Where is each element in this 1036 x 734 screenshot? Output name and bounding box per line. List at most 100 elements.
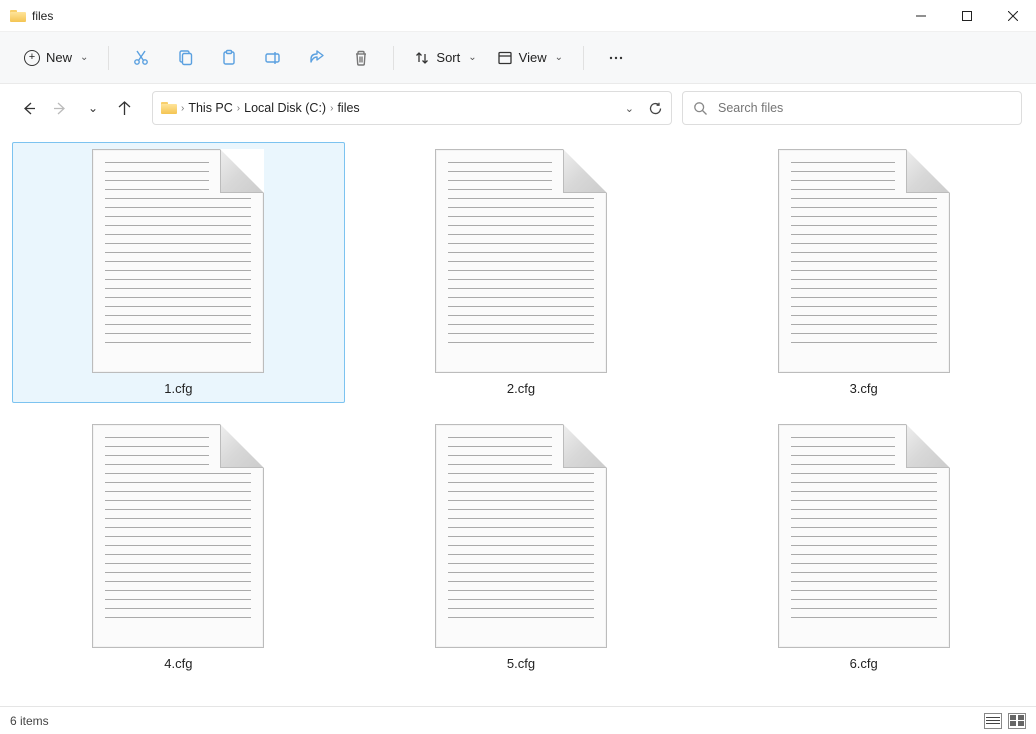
file-item[interactable]: 2.cfg [355, 142, 688, 403]
chevron-down-icon: ⌄ [80, 52, 88, 63]
breadcrumb-item[interactable]: This PC [188, 101, 232, 115]
view-label: View [519, 50, 547, 65]
refresh-button[interactable] [648, 101, 663, 116]
file-name: 2.cfg [507, 381, 535, 396]
paste-button[interactable] [209, 40, 249, 76]
status-bar: 6 items [0, 706, 1036, 734]
chevron-right-icon: › [181, 103, 184, 114]
nav-up-button[interactable] [110, 94, 138, 122]
title-bar: files [0, 0, 1036, 32]
details-view-button[interactable] [984, 713, 1002, 729]
toolbar: + New ⌄ Sort ⌄ View ⌄ [0, 32, 1036, 84]
arrow-up-icon [117, 101, 132, 116]
breadcrumb-label: Local Disk (C:) [244, 101, 326, 115]
delete-icon [352, 49, 370, 67]
chevron-down-icon: ⌄ [468, 52, 476, 63]
maximize-button[interactable] [944, 0, 990, 32]
rename-button[interactable] [253, 40, 293, 76]
window-controls [898, 0, 1036, 32]
toolbar-separator [393, 46, 394, 70]
file-name: 6.cfg [850, 656, 878, 671]
page-fold-icon [563, 149, 607, 193]
grid-icon [1010, 715, 1016, 720]
thumbnails-view-button[interactable] [1008, 713, 1026, 729]
title-left: files [0, 9, 53, 23]
file-item[interactable]: 5.cfg [355, 417, 688, 678]
copy-button[interactable] [165, 40, 205, 76]
more-icon [607, 49, 625, 67]
address-right: ⌄ [625, 101, 663, 116]
address-dropdown-button[interactable]: ⌄ [625, 102, 634, 115]
minimize-button[interactable] [898, 0, 944, 32]
folder-icon [10, 10, 26, 22]
breadcrumb-label: files [337, 101, 359, 115]
file-name: 1.cfg [164, 381, 192, 396]
view-icon [497, 50, 513, 66]
toolbar-separator [108, 46, 109, 70]
chevron-down-icon: ⌄ [555, 52, 563, 63]
page-fold-icon [220, 424, 264, 468]
maximize-icon [962, 11, 972, 21]
view-button[interactable]: View ⌄ [489, 40, 571, 76]
copy-icon [176, 49, 194, 67]
refresh-icon [648, 101, 663, 116]
file-icon [435, 149, 607, 373]
cut-button[interactable] [121, 40, 161, 76]
folder-icon [161, 102, 177, 114]
search-input[interactable] [718, 101, 1011, 115]
nav-back-button[interactable] [14, 94, 42, 122]
nav-recent-button[interactable]: ⌄ [78, 94, 106, 122]
status-text: 6 items [10, 714, 49, 728]
minimize-icon [916, 11, 926, 21]
breadcrumb-item[interactable]: Local Disk (C:) [244, 101, 326, 115]
more-button[interactable] [596, 40, 636, 76]
chevron-right-icon: › [237, 103, 240, 114]
new-button[interactable]: + New ⌄ [16, 40, 96, 76]
file-name: 3.cfg [850, 381, 878, 396]
new-label: New [46, 50, 72, 65]
address-bar[interactable]: › This PC › Local Disk (C:) › files ⌄ [152, 91, 672, 125]
page-fold-icon [220, 149, 264, 193]
view-toggles [984, 713, 1026, 729]
file-icon [778, 424, 950, 648]
file-item[interactable]: 3.cfg [697, 142, 1030, 403]
share-button[interactable] [297, 40, 337, 76]
breadcrumb-item[interactable]: files [337, 101, 359, 115]
file-icon [92, 149, 264, 373]
arrow-right-icon [53, 101, 68, 116]
close-button[interactable] [990, 0, 1036, 32]
chevron-down-icon: ⌄ [88, 101, 98, 115]
sort-button[interactable]: Sort ⌄ [406, 40, 484, 76]
cut-icon [132, 49, 150, 67]
file-name: 4.cfg [164, 656, 192, 671]
nav-forward-button[interactable] [46, 94, 74, 122]
sort-label: Sort [436, 50, 460, 65]
breadcrumb-label: This PC [188, 101, 232, 115]
file-grid-area[interactable]: 1.cfg 2.cfg 3.cfg 4.cfg 5.cfg 6.cfg [0, 132, 1036, 706]
file-icon [92, 424, 264, 648]
page-fold-icon [906, 149, 950, 193]
window-title: files [32, 9, 53, 23]
list-icon [986, 717, 1000, 718]
rename-icon [264, 49, 282, 67]
file-icon [435, 424, 607, 648]
close-icon [1008, 11, 1018, 21]
delete-button[interactable] [341, 40, 381, 76]
file-grid: 1.cfg 2.cfg 3.cfg 4.cfg 5.cfg 6.cfg [12, 142, 1030, 678]
search-icon [693, 101, 708, 116]
arrow-left-icon [21, 101, 36, 116]
share-icon [308, 49, 326, 67]
search-bar[interactable] [682, 91, 1022, 125]
file-icon [778, 149, 950, 373]
file-item[interactable]: 4.cfg [12, 417, 345, 678]
page-fold-icon [906, 424, 950, 468]
file-item[interactable]: 6.cfg [697, 417, 1030, 678]
toolbar-separator [583, 46, 584, 70]
nav-bar: ⌄ › This PC › Local Disk (C:) › files ⌄ [0, 84, 1036, 132]
chevron-right-icon: › [330, 103, 333, 114]
sort-icon [414, 50, 430, 66]
file-name: 5.cfg [507, 656, 535, 671]
new-icon: + [24, 50, 40, 66]
file-item[interactable]: 1.cfg [12, 142, 345, 403]
paste-icon [220, 49, 238, 67]
